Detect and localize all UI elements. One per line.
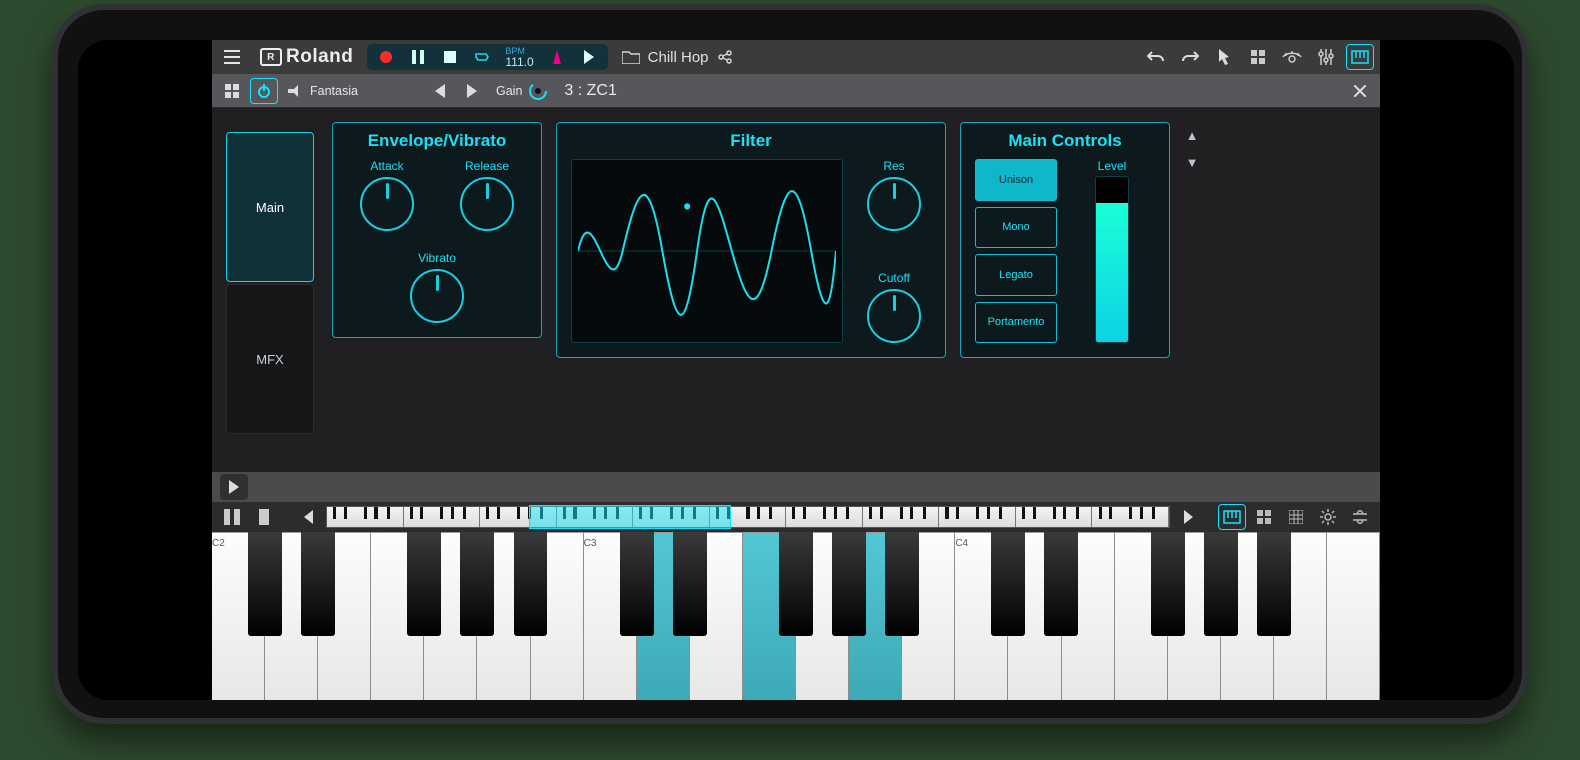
gain-label: Gain [496,84,522,98]
instrument-bar: Fantasia Gain 3 : ZC1 [212,74,1380,108]
black-key[interactable] [991,532,1025,636]
vertical-scrollbar[interactable]: ▲ ▼ [1184,122,1200,170]
single-icon[interactable] [250,504,278,530]
gain-control[interactable]: Gain [490,81,554,101]
cutoff-label: Cutoff [878,271,910,285]
filter-display[interactable] [571,159,843,343]
black-key[interactable] [301,532,335,636]
piano-keyboard[interactable]: C2C3C4 [212,532,1380,700]
vibrato-label: Vibrato [418,251,456,265]
piano-view-icon[interactable] [1218,504,1246,530]
plug-icon [288,85,304,97]
black-key[interactable] [779,532,813,636]
prev-preset-button[interactable] [426,78,454,104]
release-label: Release [465,159,509,173]
keyboard-view-icon[interactable] [1346,44,1374,70]
scroll-down-icon[interactable]: ▼ [1186,155,1199,170]
main-controls-title: Main Controls [975,131,1155,151]
menu-icon[interactable] [218,44,246,70]
record-button[interactable] [371,44,401,70]
white-key[interactable] [1327,532,1380,700]
folder-icon [622,50,640,64]
filter-title: Filter [571,131,931,151]
black-key[interactable] [248,532,282,636]
share-icon[interactable] [717,50,733,64]
release-knob[interactable] [460,177,514,231]
power-button[interactable] [250,78,278,104]
preset-name: Fantasia [310,84,358,98]
loop-button[interactable] [467,44,497,70]
preset-selector[interactable]: Fantasia [282,84,422,98]
filter-panel: Filter Res Cutoff [556,122,946,358]
resize-icon[interactable] [1346,504,1374,530]
keyboard-range-selector[interactable] [326,506,1170,528]
envelope-title: Envelope/Vibrato [347,131,527,151]
top-toolbar: RRoland BPM111.0 Chill Hop [212,40,1380,74]
pointer-tool-icon[interactable] [1210,44,1238,70]
song-selector[interactable]: Chill Hop [622,49,733,66]
black-key[interactable] [832,532,866,636]
level-slider[interactable] [1095,176,1129,343]
matrix-view-icon[interactable] [1282,504,1310,530]
brand-logo: RRoland [252,46,361,68]
grid-icon[interactable] [1244,44,1272,70]
split-icon[interactable] [218,504,246,530]
black-key[interactable] [407,532,441,636]
keyboard-toolbar [212,502,1380,532]
bpm-display[interactable]: BPM111.0 [499,47,539,68]
black-key[interactable] [1151,532,1185,636]
resonance-knob[interactable] [867,177,921,231]
octave-up-button[interactable] [1174,504,1202,530]
octave-down-button[interactable] [294,504,322,530]
vibrato-knob[interactable] [410,269,464,323]
redo-button[interactable] [1176,44,1204,70]
metronome-icon[interactable] [542,44,572,70]
close-button[interactable] [1346,78,1374,104]
pause-button[interactable] [403,44,433,70]
tab-mfx[interactable]: MFX [226,284,314,434]
attack-label: Attack [370,159,403,173]
next-preset-button[interactable] [458,78,486,104]
transport-controls: BPM111.0 [367,44,607,70]
eye-icon[interactable] [1278,44,1306,70]
level-label: Level [1098,159,1127,173]
cutoff-knob[interactable] [867,289,921,343]
stop-button[interactable] [435,44,465,70]
black-key[interactable] [1044,532,1078,636]
pad-view-icon[interactable] [1250,504,1278,530]
undo-button[interactable] [1142,44,1170,70]
attack-knob[interactable] [360,177,414,231]
portamento-toggle[interactable]: Portamento [975,302,1057,344]
apps-icon[interactable] [218,78,246,104]
black-key[interactable] [460,532,494,636]
patch-name: 3 : ZC1 [564,82,616,100]
black-key[interactable] [514,532,548,636]
next-button[interactable] [574,44,604,70]
expand-button[interactable] [220,474,248,500]
mono-toggle[interactable]: Mono [975,207,1057,249]
tab-main[interactable]: Main [226,132,314,282]
legato-toggle[interactable]: Legato [975,254,1057,296]
expand-strip [212,472,1380,502]
envelope-panel: Envelope/Vibrato Attack Release Vibrato [332,122,542,338]
scroll-up-icon[interactable]: ▲ [1186,128,1199,143]
black-key[interactable] [885,532,919,636]
unison-toggle[interactable]: Unison [975,159,1057,201]
black-key[interactable] [620,532,654,636]
resonance-label: Res [883,159,904,173]
black-key[interactable] [1257,532,1291,636]
settings-icon[interactable] [1314,504,1342,530]
main-controls-panel: Main Controls Unison Mono Legato Portame… [960,122,1170,358]
black-key[interactable] [1204,532,1238,636]
song-name: Chill Hop [648,49,709,66]
mixer-icon[interactable] [1312,44,1340,70]
synth-editor: Main MFX Envelope/Vibrato Attack Release… [212,108,1380,472]
black-key[interactable] [673,532,707,636]
